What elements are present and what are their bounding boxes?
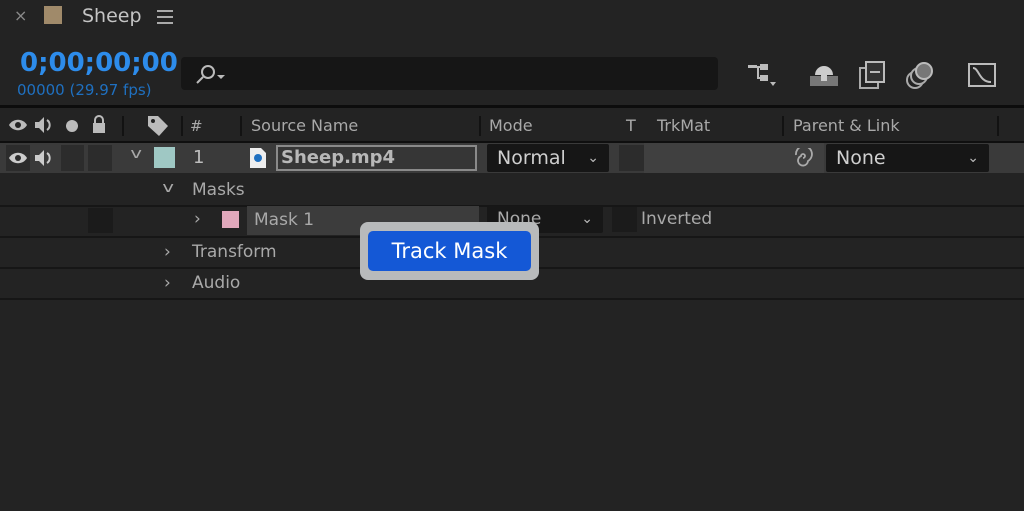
motion-blur-icon[interactable] xyxy=(905,60,935,90)
hamburger-menu-icon[interactable] xyxy=(157,10,173,24)
composition-flowchart-icon[interactable] xyxy=(746,62,780,90)
expand-layer-chevron-icon[interactable]: v xyxy=(130,146,142,162)
expand-audio-chevron-icon[interactable]: › xyxy=(164,273,171,293)
audio-group[interactable]: Audio xyxy=(192,273,240,293)
graph-editor-icon[interactable] xyxy=(967,60,999,88)
column-t: T xyxy=(626,116,636,135)
track-mask-callout: Track Mask xyxy=(360,222,539,280)
composition-color-swatch xyxy=(44,6,62,24)
column-source-name[interactable]: Source Name xyxy=(251,116,358,135)
expand-transform-chevron-icon[interactable]: › xyxy=(164,242,171,262)
current-time-display[interactable]: 0;00;00;00 xyxy=(20,48,178,78)
video-visibility-header-icon xyxy=(9,119,27,131)
mask-name: Mask 1 xyxy=(254,210,315,230)
video-visibility-toggle-icon[interactable] xyxy=(8,151,28,165)
frame-count: 00000 (29.97 fps) xyxy=(17,81,152,99)
panel-divider xyxy=(0,105,1024,108)
column-parent-link: Parent & Link xyxy=(793,116,900,135)
video-file-icon xyxy=(250,148,266,168)
transform-group[interactable]: Transform xyxy=(192,242,277,262)
collapse-masks-chevron-icon[interactable]: v xyxy=(162,180,174,196)
parent-value: None xyxy=(836,147,886,169)
layer-name: Sheep.mp4 xyxy=(281,147,396,168)
column-mode: Mode xyxy=(489,116,533,135)
lock-toggle[interactable] xyxy=(88,145,112,171)
mask-inverted-checkbox[interactable] xyxy=(612,207,637,232)
chevron-down-icon: ⌄ xyxy=(581,211,593,227)
chevron-down-icon: ⌄ xyxy=(587,150,599,166)
layer-row[interactable]: v 1 Sheep.mp4 Normal ⌄ None ⌄ xyxy=(0,143,1024,173)
column-trkmat: TrkMat xyxy=(657,116,711,135)
blend-mode-dropdown[interactable]: Normal ⌄ xyxy=(487,144,609,172)
search-input[interactable] xyxy=(181,57,718,90)
frame-blending-icon[interactable] xyxy=(858,60,886,90)
pick-whip-spiral-icon[interactable] xyxy=(792,148,814,168)
panel-title[interactable]: Sheep xyxy=(82,5,142,27)
track-mask-label: Track Mask xyxy=(368,231,531,271)
layer-label-swatch[interactable] xyxy=(154,147,175,168)
close-icon[interactable]: × xyxy=(14,6,27,25)
lock-header-icon xyxy=(93,115,105,133)
parent-dropdown[interactable]: None ⌄ xyxy=(826,144,989,172)
blend-mode-value: Normal xyxy=(497,147,566,169)
masks-group[interactable]: Masks xyxy=(192,180,245,200)
track-matte-toggle[interactable] xyxy=(619,145,644,171)
audio-toggle-icon[interactable] xyxy=(34,149,56,167)
mask-color-swatch[interactable] xyxy=(222,211,239,228)
solo-toggle[interactable] xyxy=(61,145,84,171)
search-icon xyxy=(196,65,225,84)
column-number: # xyxy=(190,117,203,135)
mask-inverted-label: Inverted xyxy=(641,209,713,229)
layer-index: 1 xyxy=(193,147,205,168)
mask-visibility-toggle[interactable] xyxy=(88,208,113,233)
expand-mask-chevron-icon[interactable]: › xyxy=(194,209,201,229)
chevron-down-icon: ⌄ xyxy=(967,150,979,166)
layer-name-field[interactable]: Sheep.mp4 xyxy=(276,145,477,171)
audio-header-icon xyxy=(35,117,51,133)
draft-3d-icon[interactable] xyxy=(808,62,840,88)
solo-header-icon xyxy=(66,120,78,132)
label-tag-icon xyxy=(148,116,168,136)
